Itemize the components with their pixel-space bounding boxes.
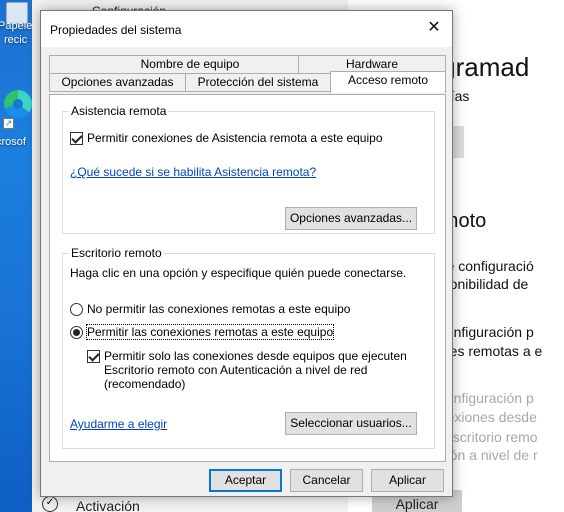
desktop-icon-label: Papele [0,20,32,32]
tab-nombre-equipo[interactable]: Nombre de equipo [49,55,331,74]
group-escritorio-remoto: Escritorio remoto Haga clic en una opció… [62,246,435,449]
dialog-title: Propiedades del sistema [50,23,182,37]
radio-no-permitir[interactable] [70,303,83,316]
remote-desktop-instruction: Haga clic en una opción y especifique qu… [70,266,407,280]
tab-opciones-avanzadas[interactable]: Opciones avanzadas [49,73,186,92]
nla-label-line1[interactable]: Permitir solo las conexiones desde equip… [104,349,407,363]
desktop-icon-label: crosof [0,136,26,148]
select-users-button[interactable]: Seleccionar usuarios... [285,412,417,435]
group-label: Escritorio remoto [69,246,164,260]
nla-label-line2[interactable]: Escritorio remoto con Autenticación a ni… [104,363,367,377]
tab-acceso-remoto[interactable]: Acceso remoto [330,71,446,93]
cancel-button[interactable]: Cancelar [290,469,363,492]
desktop-background: Papele recic ↗ crosof [0,0,32,512]
remote-assistance-label[interactable]: Permitir conexiones de Asistencia remota… [87,131,383,145]
tab-panel-acceso-remoto: Asistencia remota Permitir conexiones de… [49,94,446,462]
desktop-icon-label: recic [4,34,28,46]
system-properties-dialog: Propiedades del sistema ✕ Nombre de equi… [40,10,453,497]
group-asistencia-remota: Asistencia remota Permitir conexiones de… [62,104,435,234]
apply-button[interactable]: Aplicar [371,469,444,492]
ok-button[interactable]: Aceptar [209,469,282,492]
radio-permitir[interactable] [70,326,83,339]
radio-permitir-label[interactable]: Permitir las conexiones remotas a este e… [85,324,335,340]
edge-browser-icon[interactable] [4,90,32,118]
remote-assistance-checkbox[interactable] [70,132,83,145]
dialog-titlebar[interactable]: Propiedades del sistema ✕ [41,11,452,47]
help-choose-link[interactable]: Ayudarme a elegir [70,417,167,431]
shortcut-arrow-icon: ↗ [3,118,14,129]
radio-no-permitir-label[interactable]: No permitir las conexiones remotas a est… [87,302,350,316]
advanced-options-button[interactable]: Opciones avanzadas... [285,207,417,230]
nla-checkbox[interactable] [87,350,100,363]
remote-assistance-help-link[interactable]: ¿Qué sucede si se habilita Asistencia re… [70,165,316,179]
nla-label-line3[interactable]: (recomendado) [104,377,185,391]
group-label: Asistencia remota [69,104,169,118]
tab-proteccion-sistema[interactable]: Protección del sistema [185,73,331,92]
close-icon[interactable]: ✕ [422,17,446,39]
sidebar-item-activation[interactable]: Activación [76,498,140,512]
activation-check-icon: ✓ [42,496,58,512]
